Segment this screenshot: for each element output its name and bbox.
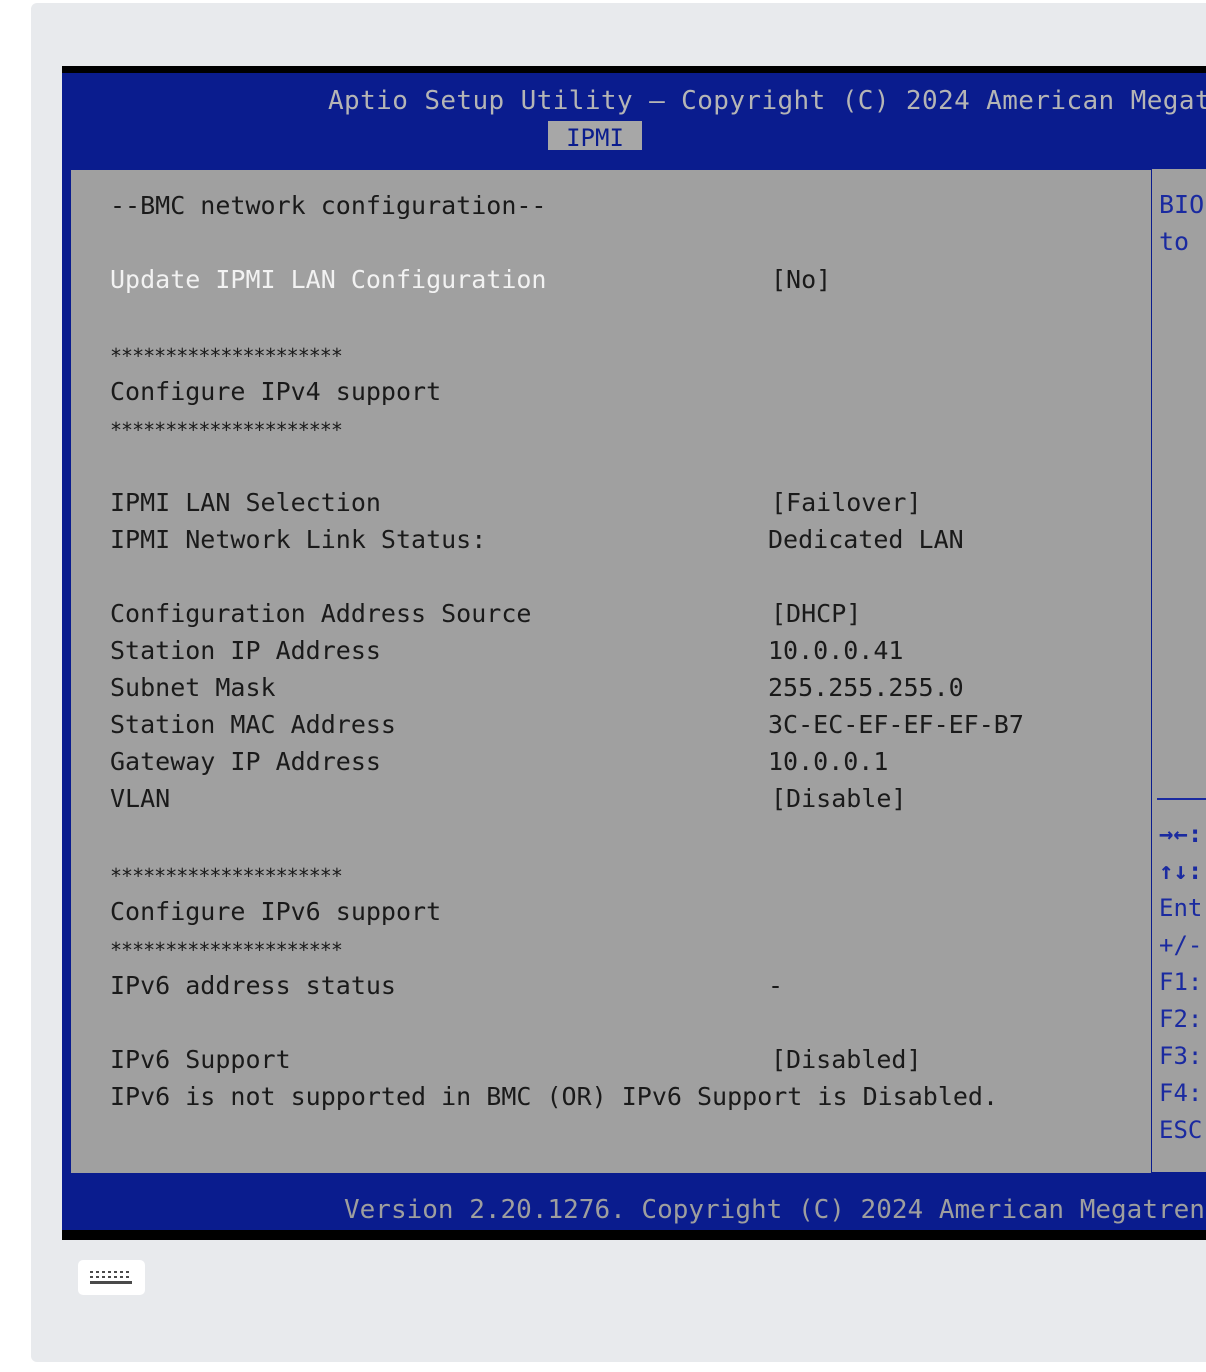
bios-footer: Version 2.20.1276. Copyright (C) 2024 Am… — [62, 1190, 1206, 1230]
update-ipmi-lan-value[interactable]: [No] — [771, 263, 831, 297]
help-text-line: BIO — [1159, 190, 1205, 219]
ipv6-status-value: - — [768, 971, 784, 1000]
subnet-mask-value: 255.255.255.0 — [768, 673, 964, 702]
link-status-label: IPMI Network Link Status: — [110, 525, 487, 554]
stars-divider: ********************* — [110, 938, 343, 962]
bios-header: Aptio Setup Utility – Copyright (C) 2024… — [62, 73, 1206, 157]
vlan-label[interactable]: VLAN — [110, 782, 170, 816]
key-hint-f4: F4: — [1159, 1079, 1203, 1107]
ipv6-support-label[interactable]: IPv6 Support — [110, 1043, 291, 1077]
stars-divider: ********************* — [110, 864, 343, 888]
bios-screen: Aptio Setup Utility – Copyright (C) 2024… — [62, 66, 1206, 1240]
help-panel: BIO to →←: ↑↓: Ent +/- F1: F2: F3: F4: E… — [1152, 169, 1206, 1172]
ipv6-section-title: Configure IPv6 support — [110, 897, 442, 926]
help-separator — [1157, 798, 1206, 800]
key-hint-select-screen: →←: — [1159, 820, 1203, 848]
gateway-ip-label: Gateway IP Address — [110, 747, 381, 776]
keyboard-button[interactable] — [78, 1260, 145, 1295]
address-source-label[interactable]: Configuration Address Source — [110, 597, 531, 631]
vlan-value[interactable]: [Disable] — [771, 782, 906, 816]
section-title: --BMC network configuration-- — [110, 191, 547, 220]
ipmi-lan-selection-value[interactable]: [Failover] — [771, 486, 922, 520]
ipv4-section-title: Configure IPv4 support — [110, 377, 442, 406]
station-ip-value: 10.0.0.41 — [768, 636, 904, 665]
ipmi-lan-selection-label[interactable]: IPMI LAN Selection — [110, 486, 381, 520]
key-hint-f2: F2: — [1159, 1005, 1203, 1033]
ipv6-status-label: IPv6 address status — [110, 971, 396, 1000]
station-mac-value: 3C-EC-EF-EF-EF-B7 — [768, 710, 1024, 739]
key-hint-esc: ESC — [1159, 1116, 1203, 1144]
keyboard-icon — [86, 1267, 136, 1288]
stars-divider: ********************* — [110, 418, 343, 442]
subnet-mask-label: Subnet Mask — [110, 673, 276, 702]
address-source-value[interactable]: [DHCP] — [771, 597, 861, 631]
stars-divider: ********************* — [110, 344, 343, 368]
bios-title: Aptio Setup Utility – Copyright (C) 2024… — [328, 86, 1206, 116]
key-hint-enter: Ent — [1159, 894, 1203, 922]
key-hint-f3: F3: — [1159, 1042, 1203, 1070]
key-hint-change: +/- — [1159, 931, 1203, 959]
station-mac-label: Station MAC Address — [110, 710, 396, 739]
ipv6-note: IPv6 is not supported in BMC (OR) IPv6 S… — [110, 1082, 999, 1111]
ipv6-support-value[interactable]: [Disabled] — [771, 1043, 922, 1077]
bios-body: --BMC network configuration-- Update IPM… — [62, 150, 1206, 1190]
key-hint-f1: F1: — [1159, 968, 1203, 996]
station-ip-label: Station IP Address — [110, 636, 381, 665]
key-hint-select-item: ↑↓: — [1159, 857, 1203, 885]
link-status-value: Dedicated LAN — [768, 525, 964, 554]
settings-panel: --BMC network configuration-- Update IPM… — [70, 169, 1152, 1174]
help-text-line: to — [1159, 227, 1190, 256]
version-text: Version 2.20.1276. Copyright (C) 2024 Am… — [344, 1195, 1205, 1225]
update-ipmi-lan-label[interactable]: Update IPMI LAN Configuration — [110, 263, 547, 297]
gateway-ip-value: 10.0.0.1 — [768, 747, 889, 776]
